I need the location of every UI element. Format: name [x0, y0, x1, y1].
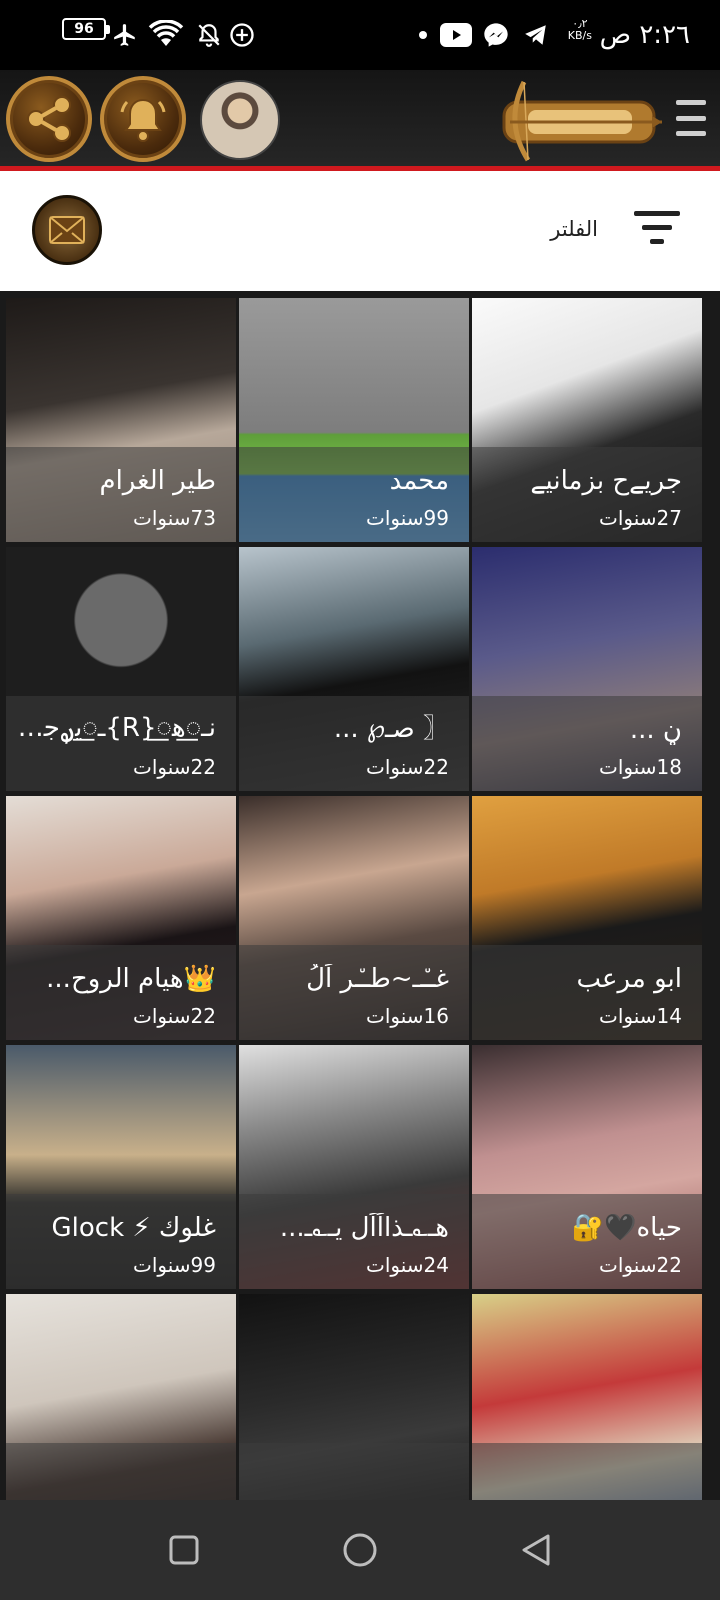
circle-icon: [343, 1533, 377, 1567]
profile-name: 〖 ﺻـ℘ ...: [333, 714, 449, 744]
back-triangle-icon: [522, 1534, 550, 1566]
system-nav-bar: [0, 1500, 720, 1600]
profile-card[interactable]: حياه🖤🔐 22سنوات: [472, 1045, 702, 1289]
data-saver-icon: [228, 18, 256, 52]
home-button[interactable]: [336, 1526, 384, 1574]
filter-bar: الفلتر: [0, 171, 720, 291]
battery-icon: 96: [62, 18, 110, 40]
profile-info-overlay: [239, 1443, 469, 1500]
profile-name: ڼ ...: [629, 715, 682, 745]
hamburger-menu-icon[interactable]: [676, 100, 706, 136]
profile-card[interactable]: ﻧـ꯭ﮬ꯭{R}ـ꯭ﯾࢪجـ ... 22سنوات: [6, 547, 236, 791]
ornament-icon: [49, 216, 85, 244]
profile-info-overlay: [6, 1443, 236, 1500]
profile-card[interactable]: 〖 ﺻـ℘ ... 22سنوات: [239, 547, 469, 791]
profile-card[interactable]: هـ؎ـذااَاَل يـ؎ـ... 24سنوات: [239, 1045, 469, 1289]
profile-card[interactable]: [6, 1294, 236, 1500]
profile-age: 14سنوات: [599, 1004, 682, 1028]
messenger-icon: [482, 18, 510, 52]
profile-name: حياه🖤🔐: [571, 1213, 682, 1243]
profile-name: ﻧـ꯭ﮬ꯭{R}ـ꯭ﯾࢪجـ ...: [16, 713, 216, 743]
profile-age: 18سنوات: [599, 755, 682, 779]
profile-name: طير الغرام: [99, 466, 216, 496]
filter-badge-button[interactable]: [32, 195, 102, 265]
profile-age: 22سنوات: [133, 755, 216, 779]
status-bar: 96 ٠٫٢ KB/s ٢:٢٦ ص: [0, 0, 720, 70]
profile-age: 24سنوات: [366, 1253, 449, 1277]
profile-age: 99سنوات: [366, 506, 449, 530]
network-speed: ٠٫٢ KB/s: [568, 18, 592, 52]
profile-age: 22سنوات: [366, 755, 449, 779]
profile-name: جريےح بزمانيے: [530, 466, 682, 496]
profile-age: 27سنوات: [599, 506, 682, 530]
share-icon: [27, 96, 71, 142]
profile-age: 16سنوات: [366, 1004, 449, 1028]
airplane-mode-icon: [112, 18, 138, 52]
profile-card[interactable]: طير الغرام 73سنوات: [6, 298, 236, 542]
battery-level: 96: [74, 21, 94, 37]
profile-card[interactable]: 👑هيام الروح... 22سنوات: [6, 796, 236, 1040]
recent-apps-button[interactable]: [160, 1526, 208, 1574]
clock: ٢:٢٦ ص: [599, 20, 690, 50]
app-logo: [494, 74, 664, 164]
user-avatar[interactable]: [200, 80, 280, 160]
notifications-off-icon: [196, 18, 222, 52]
profile-card[interactable]: ابو مرعب 14سنوات: [472, 796, 702, 1040]
profile-card[interactable]: غـ٘ـ~طـ٘ر اَلُ 16سنوات: [239, 796, 469, 1040]
profile-name: هـ؎ـذااَاَل يـ؎ـ...: [279, 1213, 449, 1243]
profile-card[interactable]: جريےح بزمانيے 27سنوات: [472, 298, 702, 542]
profile-name: 👑هيام الروح...: [46, 964, 216, 994]
profile-card[interactable]: غلوك ⚡ Glock 99سنوات: [6, 1045, 236, 1289]
filter-label[interactable]: الفلتر: [550, 217, 598, 241]
profile-name: ابو مرعب: [576, 964, 682, 994]
profile-name: غلوك ⚡ Glock: [51, 1213, 217, 1243]
share-button[interactable]: [6, 76, 92, 162]
youtube-icon: [440, 18, 472, 52]
network-speed-unit: KB/s: [567, 29, 592, 42]
profile-info-overlay: [472, 1443, 702, 1500]
profile-card[interactable]: [472, 1294, 702, 1500]
filter-icon[interactable]: [634, 211, 680, 245]
profile-name: محمد: [389, 466, 449, 496]
profile-age: 22سنوات: [599, 1253, 682, 1277]
bell-icon: [120, 98, 166, 142]
profile-name: غـ٘ـ~طـ٘ر اَلُ: [306, 964, 449, 994]
profile-age: 73سنوات: [133, 506, 216, 530]
profile-card[interactable]: محمد 99سنوات: [239, 298, 469, 542]
notifications-button[interactable]: [100, 76, 186, 162]
profile-age: 22سنوات: [133, 1004, 216, 1028]
telegram-icon: [522, 18, 550, 52]
square-icon: [169, 1535, 199, 1565]
profile-card[interactable]: [239, 1294, 469, 1500]
back-button[interactable]: [512, 1526, 560, 1574]
profile-age: 99سنوات: [133, 1253, 216, 1277]
profile-card[interactable]: ڼ ... 18سنوات: [472, 547, 702, 791]
wifi-icon: [148, 18, 184, 52]
profiles-grid: جريےح بزمانيے 27سنوات محمد 99سنوات طير الغرا…: [6, 298, 716, 1500]
dot-icon: [418, 18, 428, 52]
